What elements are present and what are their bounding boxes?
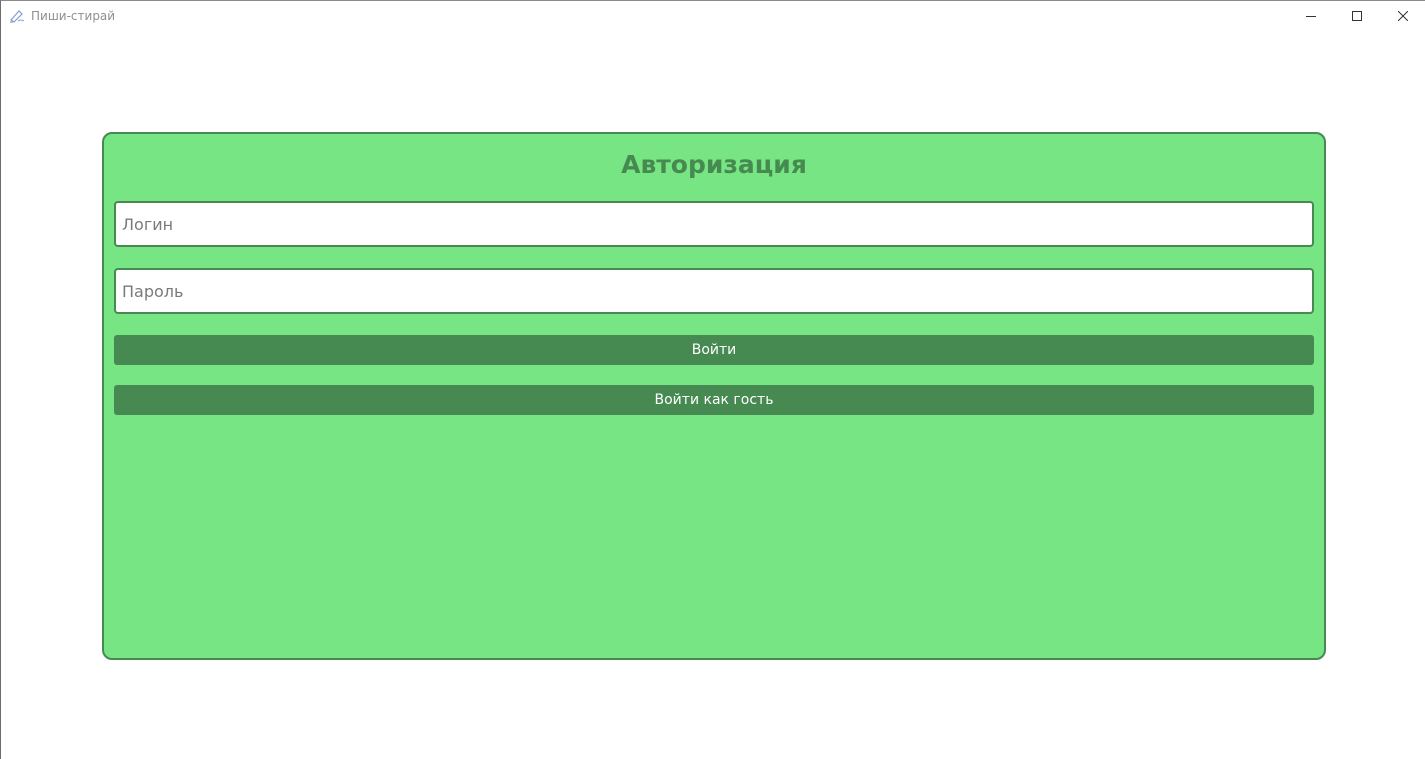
password-input[interactable] xyxy=(114,268,1314,314)
window-title: Пиши-стирай xyxy=(31,9,116,23)
maximize-button[interactable] xyxy=(1334,1,1379,31)
maximize-icon xyxy=(1351,11,1362,21)
title-bar[interactable]: Пиши-стирай xyxy=(1,1,1425,31)
auth-panel: Авторизация Войти Войти как гость xyxy=(102,132,1326,660)
close-button[interactable] xyxy=(1380,1,1425,31)
minimize-icon xyxy=(1305,16,1316,17)
auth-title: Авторизация xyxy=(621,150,807,179)
app-window: Пиши-стирай Авторизация Войти Войти как … xyxy=(0,0,1425,759)
guest-login-button[interactable]: Войти как гость xyxy=(114,385,1314,415)
minimize-button[interactable] xyxy=(1288,1,1333,31)
app-icon xyxy=(9,8,25,24)
login-button[interactable]: Войти xyxy=(114,335,1314,365)
close-icon xyxy=(1397,11,1408,21)
login-input[interactable] xyxy=(114,201,1314,247)
